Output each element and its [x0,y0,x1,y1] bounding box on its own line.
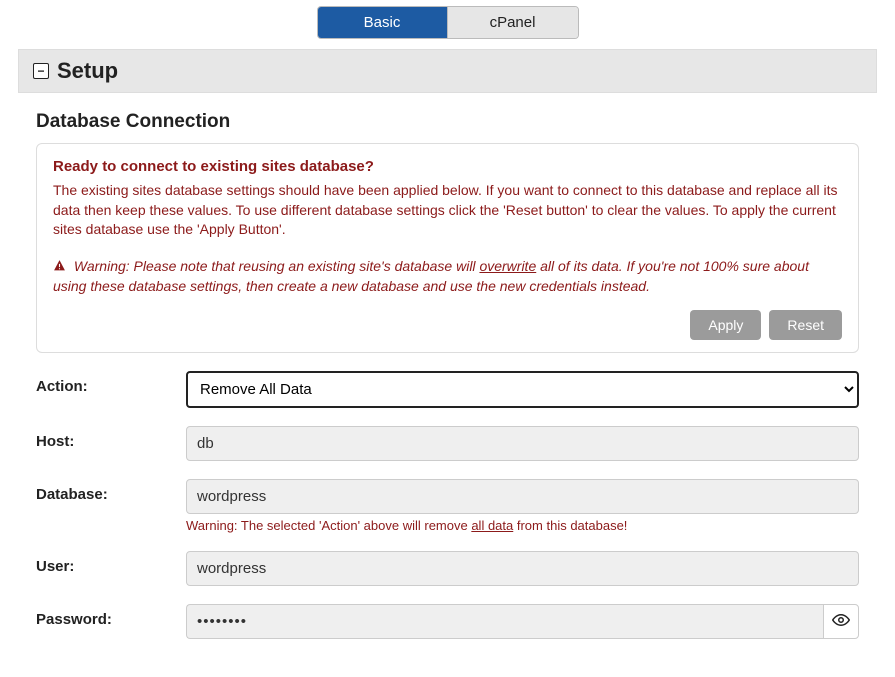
database-label: Database: [36,479,186,503]
top-tabs: Basic cPanel [18,6,877,39]
notice-title: Ready to connect to existing sites datab… [53,158,842,175]
notice-warning-underline: overwrite [479,258,536,274]
notice-box: Ready to connect to existing sites datab… [36,143,859,353]
section-header: − Setup [18,49,877,93]
collapse-icon[interactable]: − [33,63,49,79]
apply-button[interactable]: Apply [690,310,761,340]
action-label: Action: [36,371,186,395]
reset-button[interactable]: Reset [769,310,842,340]
notice-warning: Warning: Please note that reusing an exi… [53,256,842,297]
warning-icon [53,256,66,276]
notice-text: The existing sites database settings sho… [53,181,842,240]
subsection-title: Database Connection [36,111,859,133]
tab-cpanel[interactable]: cPanel [448,7,578,38]
section-title: Setup [57,58,118,84]
host-input[interactable] [186,426,859,461]
database-warning: Warning: The selected 'Action' above wil… [186,518,859,533]
notice-warning-prefix: Warning: Please note that reusing an exi… [74,258,480,274]
password-label: Password: [36,604,186,628]
user-label: User: [36,551,186,575]
eye-icon [832,611,850,632]
tab-basic[interactable]: Basic [318,7,448,38]
database-input[interactable] [186,479,859,514]
action-select[interactable]: Remove All Data [186,371,859,408]
user-input[interactable] [186,551,859,586]
host-label: Host: [36,426,186,450]
toggle-password-visibility-button[interactable] [823,604,859,639]
password-input[interactable] [186,604,823,639]
